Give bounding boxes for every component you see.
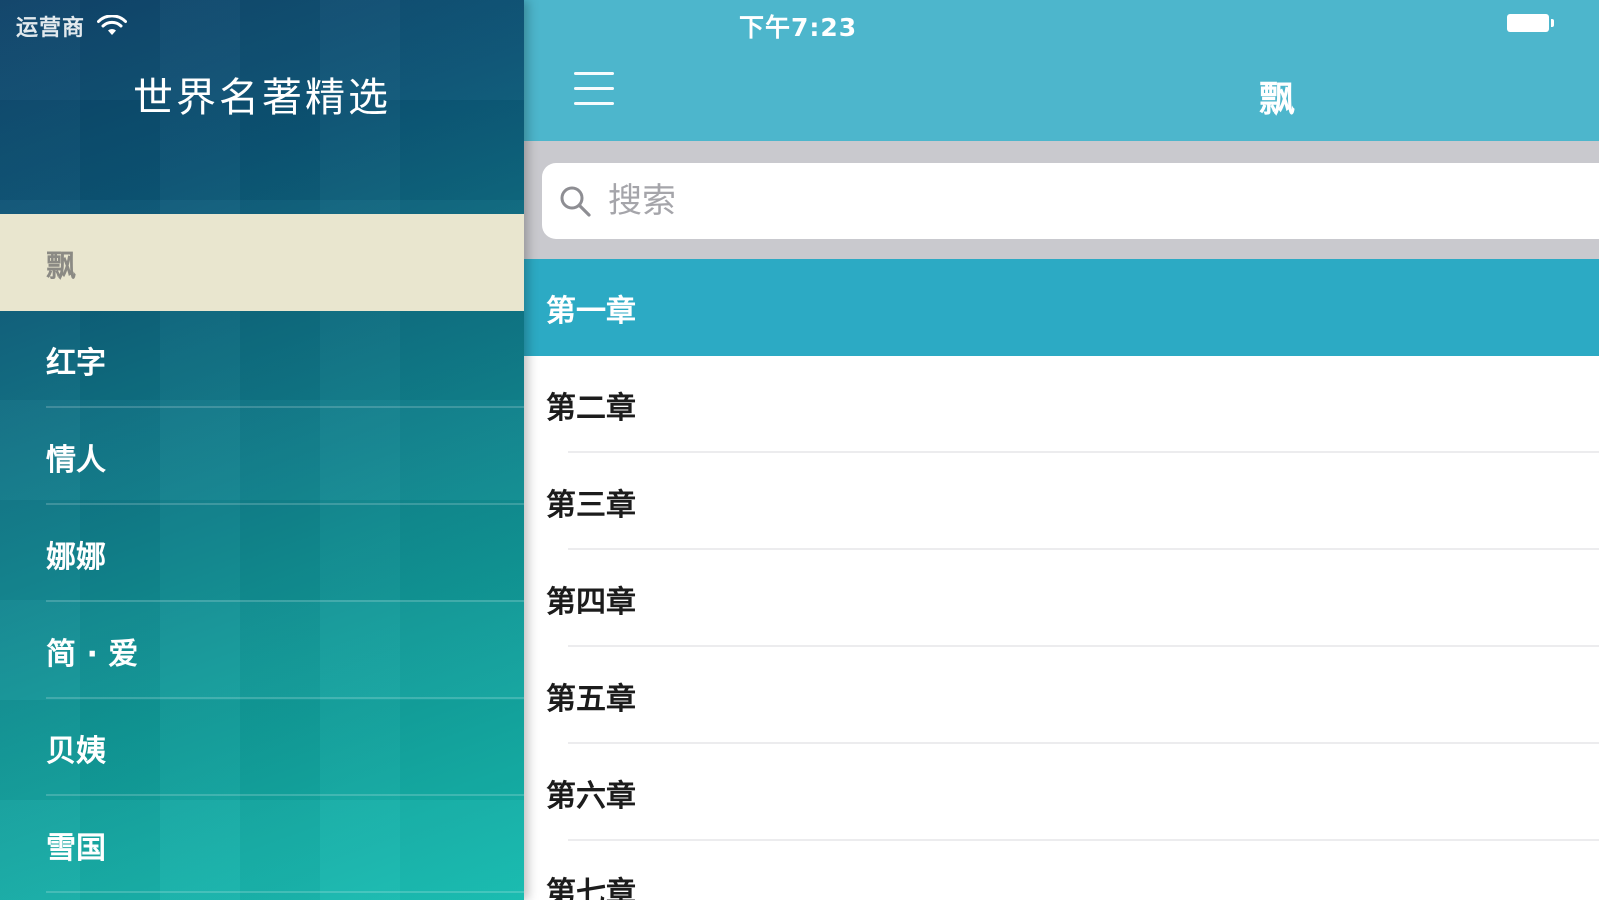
search-input[interactable] — [606, 180, 1510, 222]
book-item[interactable]: 简 · 爱 — [0, 602, 524, 699]
book-item[interactable]: 娜娜 — [0, 505, 524, 602]
main-panel: 下午7:23 飘 第一章 第二章 第三章 第四章 第五章 — [524, 0, 1599, 900]
chapter-list: 第一章 第二章 第三章 第四章 第五章 第六章 第七章 — [524, 259, 1599, 900]
search-field[interactable] — [542, 163, 1599, 239]
sidebar-title: 世界名著精选 — [133, 75, 391, 121]
wifi-icon — [97, 15, 128, 35]
app-window: 运营商 世界名著精选 飘 红字 情人 娜娜 简 · 爱 贝姨 雪国 下午7:23 — [0, 0, 1599, 900]
book-item[interactable]: 贝姨 — [0, 699, 524, 796]
sidebar: 运营商 世界名著精选 飘 红字 情人 娜娜 简 · 爱 贝姨 雪国 — [0, 0, 524, 900]
search-bar — [524, 141, 1599, 259]
chapter-item[interactable]: 第六章 — [524, 744, 1599, 841]
nav-title: 飘 — [1259, 79, 1296, 120]
hamburger-menu-icon[interactable] — [574, 72, 614, 106]
search-icon — [560, 186, 591, 217]
chapter-item[interactable]: 第七章 — [524, 841, 1599, 900]
chapter-item[interactable]: 第一章 — [524, 259, 1599, 356]
book-item[interactable]: 红字 — [0, 311, 524, 408]
navigation-bar: 下午7:23 飘 — [524, 0, 1599, 141]
status-time: 下午7:23 — [739, 13, 858, 42]
battery-icon — [1507, 14, 1554, 32]
chapter-item[interactable]: 第二章 — [524, 356, 1599, 453]
chapter-item[interactable]: 第五章 — [524, 647, 1599, 744]
carrier-label: 运营商 — [16, 16, 86, 41]
book-item[interactable]: 情人 — [0, 408, 524, 505]
status-bar-left: 运营商 — [16, 10, 128, 42]
book-item[interactable]: 飘 — [0, 214, 524, 311]
chapter-item[interactable]: 第三章 — [524, 453, 1599, 550]
book-item[interactable]: 雪国 — [0, 796, 524, 893]
book-list: 飘 红字 情人 娜娜 简 · 爱 贝姨 雪国 — [0, 214, 524, 893]
chapter-item[interactable]: 第四章 — [524, 550, 1599, 647]
